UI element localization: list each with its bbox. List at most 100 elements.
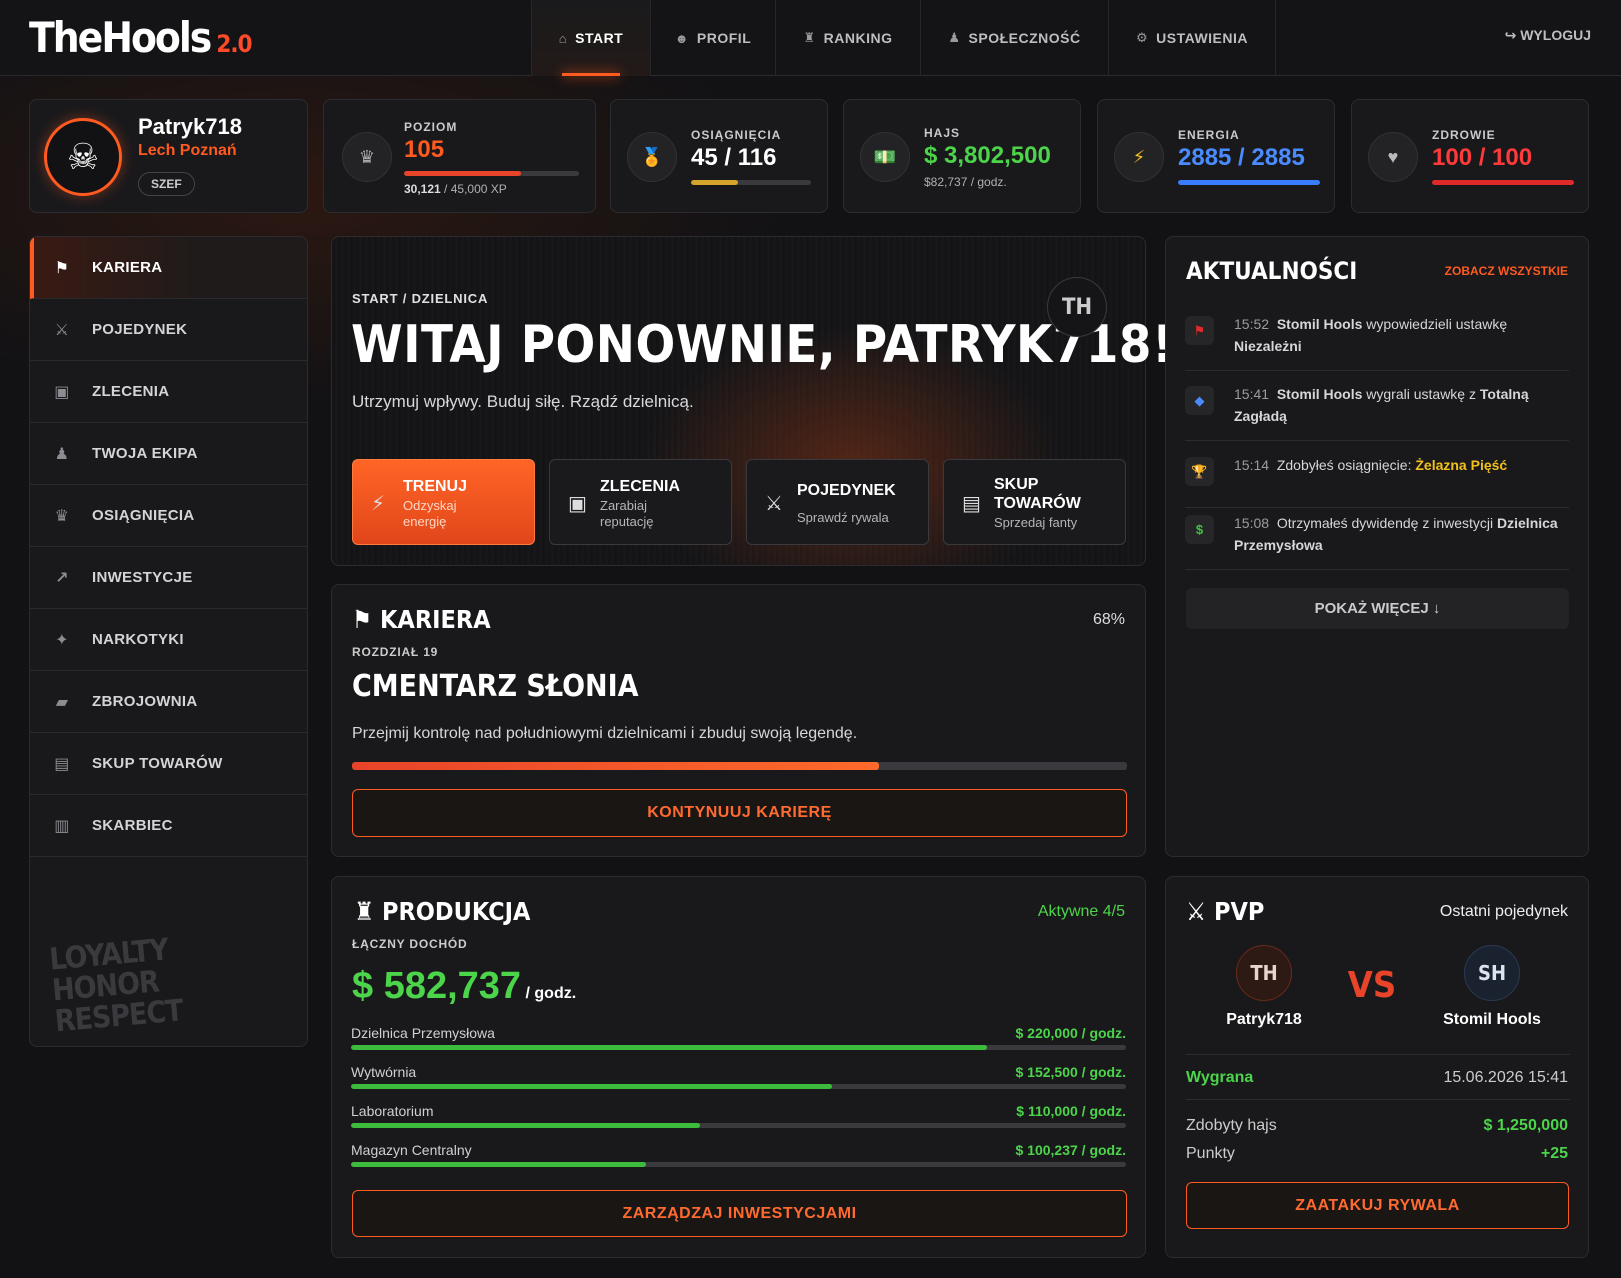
level-value: 105: [404, 136, 445, 163]
flag-icon: ⚑: [1185, 316, 1214, 345]
money-card: 💵 HAJS $ 3,802,500 $82,737 / godz.: [843, 99, 1081, 213]
crown-icon: ♛: [342, 132, 392, 182]
health-label: ZDROWIE: [1432, 128, 1496, 142]
health-card: ♥ ZDROWIE 100 / 100: [1351, 99, 1589, 213]
sidebar-item-kariera[interactable]: ⚑ KARIERA: [30, 237, 307, 299]
achievements-value: 45 / 116: [691, 144, 777, 171]
skull-avatar-icon: ☠: [44, 118, 122, 196]
crown-icon: ♛: [54, 507, 70, 525]
trophy-icon: ♜: [803, 30, 816, 45]
see-all-link[interactable]: ZOBACZ WSZYSTKIE: [1445, 264, 1568, 278]
xp-progress-bar: [404, 171, 579, 176]
tab-ranking[interactable]: ♜ RANKING: [775, 0, 920, 76]
profile-name: Patryk718: [138, 114, 242, 139]
team-badge: TH: [1047, 277, 1107, 337]
vs-label: VS: [1347, 965, 1397, 1006]
energy-card: ⚡ ENERGIA 2885 / 2885: [1097, 99, 1335, 213]
trend-up-icon: ↗: [55, 569, 69, 587]
train-button[interactable]: ⚡ TRENUJ Odzyskaj energię: [352, 459, 535, 545]
trophy-icon: 🏆: [1185, 457, 1214, 486]
tab-ustawienia[interactable]: ⚙ USTAWIENIA: [1108, 0, 1276, 76]
duel-button[interactable]: ⚔ POJEDYNEK Sprawdź rywala: [746, 459, 929, 545]
list-icon: ▤: [962, 493, 981, 515]
money-won-value: $ 1,250,000: [1483, 1117, 1568, 1134]
xp-value: 30,121: [404, 182, 441, 196]
app-logo[interactable]: TheHools 2.0: [29, 14, 253, 68]
manage-investments-button[interactable]: ZARZĄDZAJ INWESTYCJAMI: [352, 1190, 1127, 1237]
health-progress-bar: [1432, 180, 1574, 185]
sidebar-item-twoja-ekipa[interactable]: ♟ TWOJA EKIPA: [30, 423, 307, 485]
show-more-button[interactable]: POKAŻ WIĘCEJ ↓: [1186, 588, 1569, 629]
lightning-icon: ⚡: [371, 493, 386, 515]
crossed-swords-icon: ⚔: [54, 321, 70, 339]
diamond-icon: ◆: [1185, 386, 1214, 415]
career-percent: 68%: [1092, 611, 1125, 628]
task-icon: ▣: [568, 493, 587, 515]
logout-button[interactable]: ↪ WYLOGUJ: [1505, 27, 1591, 44]
profile-icon: ☻: [674, 30, 689, 46]
sidebar-menu: ⚑ KARIERA ⚔ POJEDYNEK ▣ ZLECENIA ♟ TWOJA EKI…: [29, 236, 308, 1047]
rank-badge: SZEF: [138, 172, 195, 196]
weapon-icon: ▰: [55, 693, 69, 711]
crew-icon: ♟: [54, 445, 70, 463]
duel-date: 15.06.2026 15:41: [1443, 1069, 1568, 1086]
career-chapter: ROZDZIAŁ 19: [352, 645, 439, 659]
sidebar-item-zlecenia[interactable]: ▣ ZLECENIA: [30, 361, 307, 423]
vault-icon: ▥: [54, 817, 70, 835]
player-avatar: TH: [1236, 945, 1292, 1001]
energy-value: 2885 / 2885: [1178, 144, 1305, 171]
sidebar-item-skup-towarow[interactable]: ▤ SKUP TOWARÓW: [30, 733, 307, 795]
cash-icon: 💵: [860, 132, 910, 182]
achievements-card: 🏅 OSIĄGNIĘCIA 45 / 116: [610, 99, 828, 213]
breadcrumb: START / DZIELNICA: [352, 291, 489, 306]
money-rate: $82,737 / godz.: [924, 175, 1007, 189]
sidebar-item-osiagniecia[interactable]: ♛ OSIĄGNIĘCIA: [30, 485, 307, 547]
money-label: HAJS: [924, 126, 961, 140]
sidebar-item-narkotyki[interactable]: ✦ NARKOTYKI: [30, 609, 307, 671]
achievements-label: OSIĄGNIĘCIA: [691, 128, 782, 142]
points-value: +25: [1540, 1145, 1568, 1162]
sidebar-item-inwestycje[interactable]: ↗ INWESTYCJE: [30, 547, 307, 609]
news-item: ⚑ 15:52 Stomil Hools wypowiedzieli ustawk…: [1185, 313, 1569, 371]
attack-rival-button[interactable]: ZAATAKUJ RYWALA: [1186, 1182, 1569, 1229]
lightning-icon: ⚡: [1114, 132, 1164, 182]
achievements-progress-bar: [691, 180, 811, 185]
tab-spolecznosc[interactable]: ♟ SPOŁECZNOŚĆ: [920, 0, 1108, 76]
tab-profil[interactable]: ☻ PROFIL: [650, 0, 775, 76]
profile-card[interactable]: ☠ Patryk718 Lech Poznań SZEF: [29, 99, 308, 213]
money-won-label: Zdobyty hajs: [1186, 1117, 1277, 1134]
medal-icon: 🏅: [627, 132, 677, 182]
welcome-title: WITAJ PONOWNIE, PATRYK718!: [351, 315, 1174, 375]
production-active-count: Aktywne 4/5: [1037, 903, 1125, 920]
sidebar-item-pojedynek[interactable]: ⚔ POJEDYNEK: [30, 299, 307, 361]
career-heading: KARIERA: [380, 605, 491, 634]
home-icon: ⌂: [558, 30, 568, 46]
news-item: 🏆 15:14 Zdobyłeś osiągnięcie: Żelazna Pię…: [1185, 454, 1569, 508]
news-heading: AKTUALNOŚCI: [1186, 257, 1358, 285]
energy-label: ENERGIA: [1178, 128, 1240, 142]
hourglass-icon: ♜: [354, 897, 375, 926]
community-icon: ♟: [948, 30, 961, 45]
sidebar-item-zbrojownia[interactable]: ▰ ZBROJOWNIA: [30, 671, 307, 733]
level-card: ♛ POZIOM 105 30,121 / 45,000 XP: [323, 99, 596, 213]
production-row: Laboratorium $ 110,000 / godz.: [351, 1103, 1126, 1133]
task-icon: ▣: [54, 383, 70, 401]
production-row: Wytwórnia $ 152,500 / godz.: [351, 1064, 1126, 1094]
production-row: Dzielnica Przemysłowa $ 220,000 / godz.: [351, 1025, 1126, 1055]
sidebar-item-skarbiec[interactable]: ▥ SKARBIEC: [30, 795, 307, 857]
welcome-subtitle: Utrzymuj wpływy. Buduj siłę. Rządź dziel…: [352, 392, 694, 411]
gear-icon: ⚙: [1135, 30, 1149, 45]
continue-career-button[interactable]: KONTYNUUJ KARIERĘ: [352, 789, 1127, 837]
income-unit: / godz.: [525, 985, 577, 1002]
career-title: CMENTARZ SŁONIA: [352, 669, 639, 704]
top-navigation-bar: TheHools 2.0 ⌂ START ☻ PROFIL ♜ RANKING ♟ SPO…: [0, 0, 1621, 76]
contracts-button[interactable]: ▣ ZLECENIA Zarabiaj reputację: [549, 459, 732, 545]
tab-start[interactable]: ⌂ START: [531, 0, 650, 76]
points-label: Punkty: [1186, 1145, 1235, 1162]
last-duel-label: Ostatni pojedynek: [1439, 903, 1568, 920]
xp-max: / 45,000 XP: [444, 182, 507, 196]
income-value: $ 582,737: [352, 965, 522, 1007]
crossed-swords-icon: ⚔: [765, 493, 783, 515]
buyback-button[interactable]: ▤ SKUP TOWARÓW Sprzedaj fanty: [943, 459, 1126, 545]
opponent-avatar: SH: [1464, 945, 1520, 1001]
